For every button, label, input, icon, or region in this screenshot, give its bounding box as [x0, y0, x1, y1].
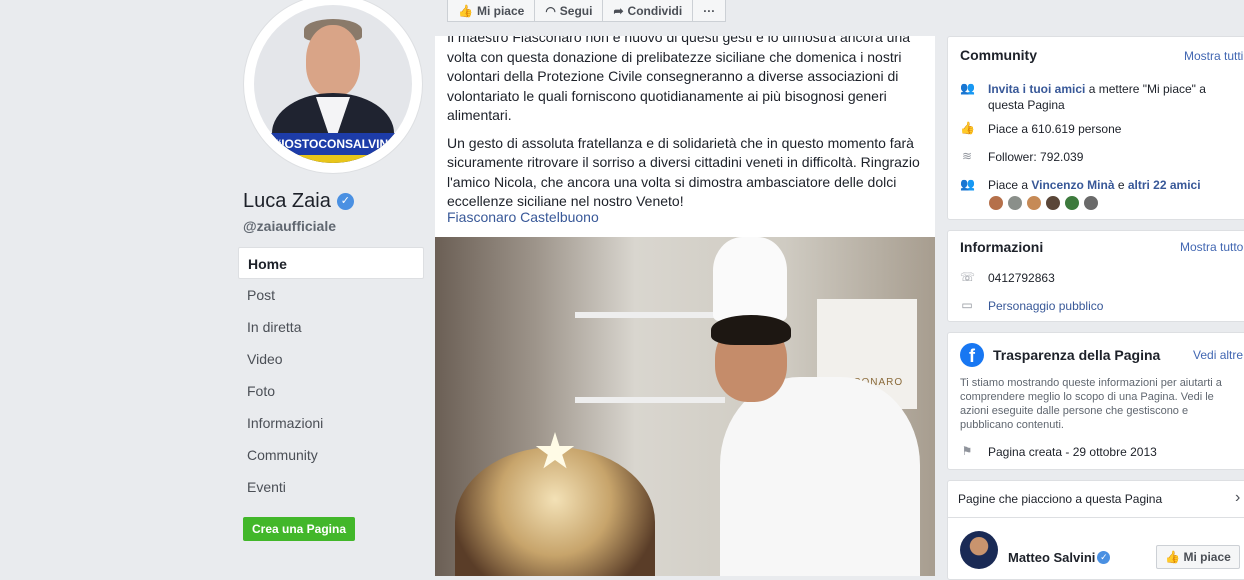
left-nav: Home Post In diretta Video Foto Informaz…	[238, 247, 424, 503]
community-card: Community Mostra tutti 👥 Invita i tuoi a…	[947, 36, 1244, 220]
phone-icon: ☏	[960, 270, 976, 284]
liked-page-name[interactable]: Matteo Salvini	[1008, 550, 1095, 565]
followers-count: Follower: 792.039	[988, 150, 1084, 164]
divider	[948, 517, 1244, 518]
nav-item-live[interactable]: In diretta	[238, 311, 424, 343]
liked-pages-card: Pagine che piacciono a questa Pagina › M…	[947, 480, 1244, 580]
like-liked-page-label: Mi piace	[1183, 550, 1231, 564]
nav-item-photos[interactable]: Foto	[238, 375, 424, 407]
community-title: Community	[960, 47, 1037, 63]
more-options-button[interactable]: ···	[692, 0, 727, 22]
photo-chef-hair	[711, 315, 791, 345]
share-arrow-icon: ➦	[613, 4, 624, 18]
facebook-logo-icon: f	[960, 343, 984, 367]
verified-badge-icon: ✓	[1097, 550, 1111, 564]
friends-like-row: 👥 Piace a Vincenzo Minà e altri 22 amici	[960, 177, 1201, 211]
photo-chef-hat	[713, 237, 787, 321]
transparency-title: Trasparenza della Pagina	[993, 347, 1161, 363]
info-card: Informazioni Mostra tutto ☏ 0412792863 ▭…	[947, 230, 1244, 322]
thumbs-up-icon: 👍	[1165, 550, 1181, 564]
thumbs-up-icon: 👍	[458, 4, 473, 18]
category-row: ▭ Personaggio pubblico	[960, 298, 1103, 314]
post-card: Il maestro Fiasconaro non è nuovo di que…	[435, 36, 935, 576]
chevron-right-icon[interactable]: ›	[1235, 489, 1240, 507]
nav-item-info[interactable]: Informazioni	[238, 407, 424, 439]
like-liked-page-button[interactable]: 👍 Mi piace	[1156, 545, 1240, 569]
page-title: Luca Zaia ✓	[243, 190, 354, 213]
more-dots-icon: ···	[703, 4, 716, 18]
likes-count: Piace a 610.619 persone	[988, 122, 1122, 136]
category-link[interactable]: Personaggio pubblico	[988, 298, 1103, 314]
friend-avatar[interactable]	[988, 195, 1004, 211]
post-paragraph-2: Un gesto di assoluta fratellanza e di so…	[447, 134, 920, 210]
invite-friends-link[interactable]: Invita i tuoi amici	[988, 82, 1085, 96]
share-label: Condividi	[627, 4, 683, 18]
nav-item-video[interactable]: Video	[238, 343, 424, 375]
phone-number[interactable]: 0412792863	[988, 270, 1055, 286]
rss-icon: ≋	[961, 149, 973, 163]
info-see-all-link[interactable]: Mostra tutto	[1180, 240, 1243, 254]
category-icon: ▭	[961, 298, 973, 312]
nav-item-community[interactable]: Community	[238, 439, 424, 471]
thumbs-up-icon: 👍	[960, 121, 975, 135]
info-title: Informazioni	[960, 239, 1044, 255]
friend-avatar[interactable]	[1007, 195, 1023, 211]
transparency-card: f Trasparenza della Pagina Vedi altre Ti…	[947, 332, 1244, 470]
friend-name-link[interactable]: Vincenzo Minà	[1031, 178, 1114, 192]
profile-face	[306, 25, 360, 97]
liked-by-prefix: Piace a	[988, 178, 1032, 192]
follow-label: Segui	[559, 4, 593, 18]
photo-shelf	[575, 312, 725, 318]
nav-item-post[interactable]: Post	[238, 279, 424, 311]
community-see-all-link[interactable]: Mostra tutti	[1184, 49, 1243, 63]
page-action-bar: 👍 Mi piace ◠ Segui ➦ Condividi ···	[447, 0, 727, 22]
follow-button[interactable]: ◠ Segui	[534, 0, 604, 22]
page-name-text[interactable]: Luca Zaia	[243, 190, 331, 213]
like-page-button[interactable]: 👍 Mi piace	[447, 0, 536, 22]
other-friends-link[interactable]: altri 22 amici	[1128, 178, 1201, 192]
post-paragraph-1: Il maestro Fiasconaro non è nuovo di que…	[447, 36, 911, 123]
profile-picture[interactable]: #IOSTOCONSALVINI	[243, 0, 423, 174]
transparency-description: Ti stiamo mostrando queste informazioni …	[960, 377, 1222, 431]
nav-item-home[interactable]: Home	[238, 247, 424, 279]
liked-pages-title[interactable]: Pagine che piacciono a questa Pagina	[958, 492, 1162, 506]
liked-by-mid: e	[1114, 178, 1128, 192]
friend-avatar[interactable]	[1064, 195, 1080, 211]
like-label: Mi piace	[476, 4, 525, 18]
friend-avatar[interactable]	[1026, 195, 1042, 211]
flag-icon: ⚑	[961, 444, 973, 458]
page-created-row: ⚑ Pagina creata - 29 ottobre 2013	[960, 444, 1157, 460]
page-created-date: Pagina creata - 29 ottobre 2013	[988, 445, 1157, 459]
nav-item-events[interactable]: Eventi	[238, 471, 424, 503]
liked-page-row: Matteo Salvini ✓	[960, 531, 1111, 569]
post-body: Il maestro Fiasconaro non è nuovo di que…	[447, 36, 927, 220]
transparency-see-more-link[interactable]: Vedi altre	[1193, 348, 1243, 362]
friend-avatar[interactable]	[1045, 195, 1061, 211]
post-tag-link[interactable]: Fiasconaro Castelbuono	[447, 209, 599, 225]
post-photo[interactable]: FIASCONARO	[435, 237, 935, 576]
friend-avatars	[988, 195, 1201, 211]
friend-avatar[interactable]	[1083, 195, 1099, 211]
page-handle[interactable]: @zaiaufficiale	[243, 218, 336, 234]
followers-row: ≋ Follower: 792.039	[960, 149, 1083, 165]
invite-text: Invita i tuoi amici a mettere "Mi piace"…	[988, 81, 1230, 113]
likes-row: 👍 Piace a 610.619 persone	[960, 121, 1121, 137]
share-button[interactable]: ➦ Condividi	[602, 0, 694, 22]
page-avatar[interactable]	[960, 531, 998, 569]
profile-banner-text: #IOSTOCONSALVINI	[254, 133, 412, 155]
invite-row: 👥 Invita i tuoi amici a mettere "Mi piac…	[960, 81, 1230, 113]
profile-banner-stripe	[254, 155, 412, 163]
transparency-header: f Trasparenza della Pagina	[960, 343, 1160, 367]
phone-row: ☏ 0412792863	[960, 270, 1055, 286]
verified-badge-icon: ✓	[336, 193, 354, 210]
people-icon: 👥	[960, 177, 975, 191]
people-icon: 👥	[960, 81, 975, 95]
rss-icon: ◠	[545, 4, 556, 18]
photo-shelf	[575, 397, 725, 403]
photo-chef-jacket	[720, 377, 920, 576]
create-page-button[interactable]: Crea una Pagina	[243, 517, 355, 541]
